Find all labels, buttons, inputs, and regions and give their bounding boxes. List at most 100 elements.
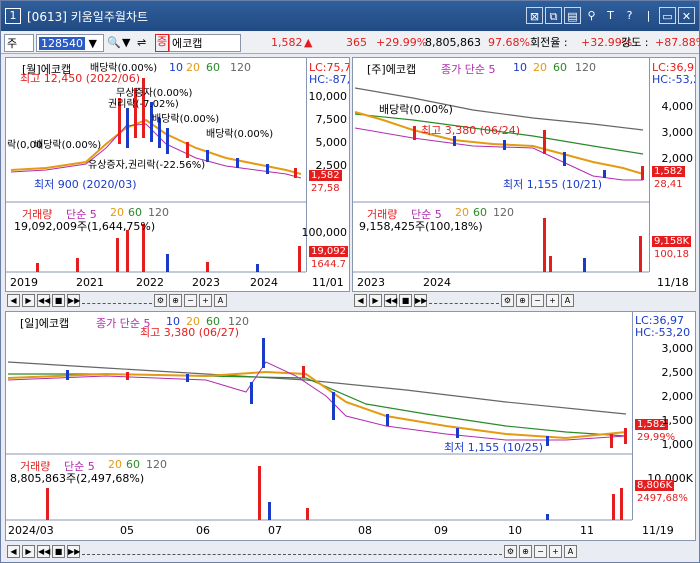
scroll-end-icon[interactable]: ▶ (22, 293, 35, 307)
daily-ytick: 2,500 (661, 366, 694, 379)
close-icon[interactable]: ✕ (678, 7, 695, 24)
font-size-icon[interactable]: A (561, 293, 574, 307)
stock-code-value: 128540 (39, 37, 85, 50)
weekly-price-axis: LC:36,97 HC:-53,2 4,000 3,000 2,000 1,58… (649, 58, 696, 272)
scroll-start-icon[interactable]: ◀ (7, 293, 20, 307)
search-zoom-icon[interactable]: ⊕ (519, 544, 532, 558)
daily-xtick: 05 (120, 524, 134, 537)
daily-xtick: 11/19 (642, 524, 674, 537)
zoom-slider[interactable] (82, 296, 152, 304)
daily-xtick: 2024/03 (8, 524, 54, 537)
minus-icon[interactable]: − (534, 544, 547, 558)
settings-icon[interactable]: ⚙ (504, 544, 517, 558)
monthly-ytick: 7,500 (315, 113, 348, 126)
daily-vol-box: 8,806K (635, 480, 675, 491)
monthly-ann-paid-increase: 유상증자,권리락(-22.56%) (88, 160, 206, 171)
compare-icon[interactable]: ⇌ (137, 34, 146, 52)
forward-icon[interactable]: ▶▶ (414, 293, 427, 307)
daily-hc: HC:-53,20 (635, 326, 691, 339)
market-badge: 증 (155, 34, 170, 52)
daily-chart-panel[interactable]: [일]에코캡 종가 단순 5 10 20 60 120 최고 3,380 (06… (5, 311, 696, 541)
daily-xtick: 08 (358, 524, 372, 537)
zoom-slider[interactable] (82, 547, 502, 555)
stock-info-bar: 주 128540 ▼ 🔍 ▼ ⇌ 증 에코캡 1,582 ▲ 365 +29.9… (1, 32, 700, 54)
stop-icon[interactable]: ■ (52, 293, 65, 307)
daily-xtick: 06 (196, 524, 210, 537)
zoom-slider[interactable] (429, 296, 499, 304)
rewind-icon[interactable]: ◀◀ (37, 544, 50, 558)
search-zoom-icon[interactable]: ⊕ (516, 293, 529, 307)
stop-icon[interactable]: ■ (399, 293, 412, 307)
monthly-controls: ◀ ▶ ◀◀ ■ ▶▶ ⚙ ⊕ − + A (7, 292, 227, 308)
daily-controls: ◀ ▶ ◀◀ ■ ▶▶ ⚙ ⊕ − + A (7, 543, 577, 559)
daily-ytick: 1,000 (661, 438, 694, 451)
plus-icon[interactable]: + (199, 293, 212, 307)
stock-name-field[interactable]: 에코캡 (169, 34, 241, 52)
link-icon[interactable]: ⊠ (526, 7, 543, 24)
scroll-end-icon[interactable]: ▶ (22, 544, 35, 558)
monthly-xtick: 2022 (136, 276, 164, 289)
search-icon[interactable]: 🔍 (107, 34, 121, 52)
plus-icon[interactable]: + (546, 293, 559, 307)
weekly-low-pct: 28,41 (654, 179, 683, 190)
monthly-vol-value: 19,092,009주(1,644,75%) (14, 220, 156, 233)
monthly-ma20-label: 20 (186, 61, 200, 74)
font-size-icon[interactable]: A (564, 544, 577, 558)
daily-xtick: 10 (508, 524, 522, 537)
period-select[interactable]: 주 (4, 34, 34, 52)
monthly-vol-ytick: 100,000 (301, 226, 348, 239)
pin-icon[interactable]: ⚲ (583, 7, 600, 24)
forward-icon[interactable]: ▶▶ (67, 544, 80, 558)
monthly-ann-dividend-2: 배당락(0.00%) (152, 114, 220, 125)
weekly-ann-dividend: 배당락(0.00%) (379, 103, 453, 116)
font-icon[interactable]: T (602, 7, 619, 24)
monthly-xtick: 2023 (192, 276, 220, 289)
weekly-hc: HC:-53,2 (652, 73, 696, 86)
font-size-icon[interactable]: A (214, 293, 227, 307)
forward-icon[interactable]: ▶▶ (67, 293, 80, 307)
daily-low-label: 최저 1,155 (10/25) (444, 441, 544, 454)
daily-title: [일]에코캡 (20, 317, 70, 330)
monthly-xtick: 2019 (10, 276, 38, 289)
weekly-chart-panel[interactable]: [주]에코캡 종가 단순 5 10 20 60 120 배당락(0.00%) 최… (352, 57, 696, 292)
scroll-start-icon[interactable]: ◀ (7, 544, 20, 558)
monthly-ma60-label: 60 (206, 61, 220, 74)
minus-icon[interactable]: − (531, 293, 544, 307)
daily-candles (66, 338, 627, 448)
daily-xtick: 07 (268, 524, 282, 537)
plus-icon[interactable]: + (549, 544, 562, 558)
stop-icon[interactable]: ■ (52, 544, 65, 558)
copy-window-icon[interactable]: ⧉ (545, 7, 562, 24)
stock-code-input[interactable]: 128540 ▼ (36, 34, 104, 52)
weekly-vol-box: 9,158K (652, 236, 692, 247)
weekly-ma-title: 종가 단순 5 (441, 63, 496, 76)
minus-icon[interactable]: − (184, 293, 197, 307)
weekly-title: [주]에코캡 (367, 63, 417, 76)
search-zoom-icon[interactable]: ⊕ (169, 293, 182, 307)
daily-vol-ma120: 120 (146, 458, 167, 471)
monthly-ytick: 5,000 (315, 136, 348, 149)
monthly-xtick: 2024 (250, 276, 278, 289)
weekly-vol-value: 9,158,425주(100,18%) (359, 220, 483, 233)
weekly-ytick: 2,000 (661, 152, 694, 165)
weekly-price-box: 1,582 (652, 166, 685, 177)
settings-icon[interactable]: ⚙ (154, 293, 167, 307)
volume-pct: 97.68% (488, 36, 530, 49)
title-bar: 1 [0613] 키움일주월차트 ⊠ ⧉ ▤ ⚲ T ? | ▭ ✕ (1, 1, 699, 31)
monthly-chart-panel[interactable]: [월]에코캡 최고 12,450 (2022/06) 10 20 60 120 … (5, 57, 350, 292)
scroll-end-icon[interactable]: ▶ (369, 293, 382, 307)
daily-price-axis: LC:36,97 HC:-53,20 3,000 2,500 2,000 1,5… (632, 312, 695, 520)
price-change: 365 (346, 36, 367, 49)
weekly-high-label: 최고 3,380 (06/24) (421, 124, 521, 137)
maximize-icon[interactable]: ▭ (659, 7, 676, 24)
weekly-ma60-label: 60 (553, 61, 567, 74)
scroll-start-icon[interactable]: ◀ (354, 293, 367, 307)
help-icon[interactable]: ? (621, 7, 638, 24)
dropdown-icon[interactable]: ▼ (122, 34, 130, 52)
settings-icon[interactable]: ⚙ (501, 293, 514, 307)
layout-icon[interactable]: ▤ (564, 7, 581, 24)
rewind-icon[interactable]: ◀◀ (384, 293, 397, 307)
monthly-ytick: 10,000 (308, 90, 348, 103)
weekly-ytick: 3,000 (661, 126, 694, 139)
rewind-icon[interactable]: ◀◀ (37, 293, 50, 307)
